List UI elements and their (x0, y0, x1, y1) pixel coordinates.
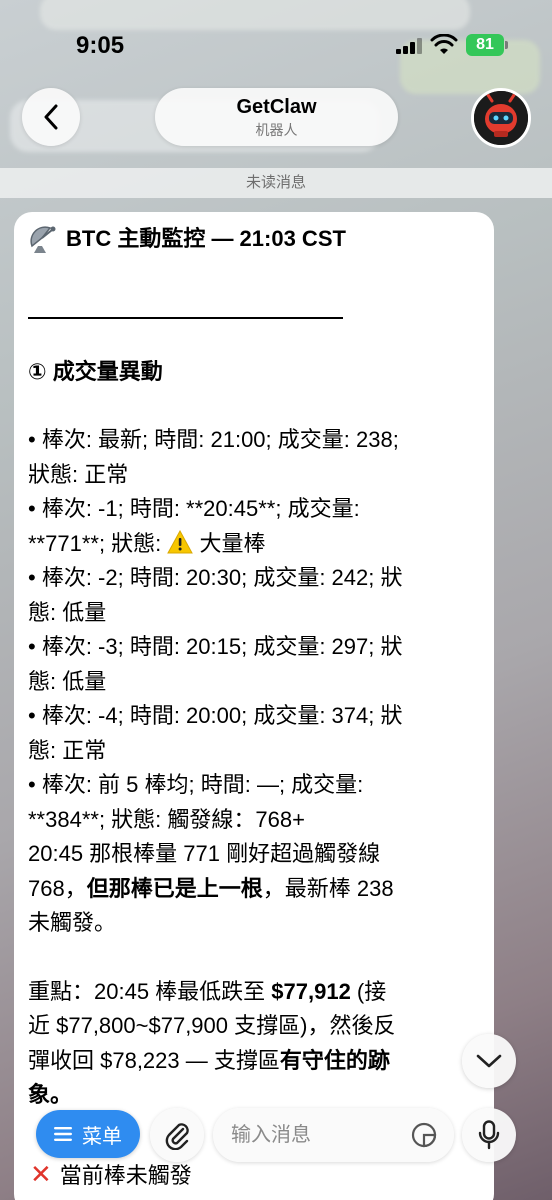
attach-button[interactable] (150, 1108, 204, 1162)
sticker-icon[interactable] (410, 1121, 438, 1149)
message-line: • 棒次: -4; 時間: 20:00; 成交量: 374; 狀 (28, 703, 403, 728)
back-chevron-icon (44, 104, 58, 130)
focus-line: 近 $77,800~$77,900 支撐區)，然後反 (28, 1013, 396, 1038)
message-line: • 棒次: -3; 時間: 20:15; 成交量: 297; 狀 (28, 634, 403, 659)
satellite-antenna-icon (30, 226, 56, 254)
menu-label: 菜单 (82, 1125, 122, 1148)
message-text: 彈收回 $78,223 — 支撐區 (28, 1047, 280, 1073)
message-text: (接 (350, 978, 387, 1004)
message-line: • 棒次: 前 5 棒均; 時間: —; 成交量: (28, 772, 364, 797)
message-text: ，最新棒 238 (262, 875, 394, 901)
wifi-icon (430, 34, 458, 54)
microphone-icon (478, 1120, 500, 1150)
message-line: 狀態: 正常 (28, 461, 129, 487)
message-bold-text: 有守住的跡 (279, 1047, 390, 1073)
message-line: 768，但那棒已是上一根，最新棒 238 (28, 872, 480, 907)
scroll-down-button[interactable] (462, 1034, 516, 1088)
message-line: **771**; 狀態: 大量棒 (28, 527, 480, 562)
microphone-button[interactable] (462, 1108, 516, 1162)
signal-icon (396, 38, 422, 54)
status-time: 9:05 (76, 32, 125, 59)
chat-subtitle: 机器人 (255, 122, 298, 138)
warning-icon (167, 529, 194, 553)
message-line: • 棒次: -2; 時間: 20:30; 成交量: 242; 狀 (28, 565, 403, 590)
next-message-text: 當前棒未觸發 (59, 1163, 192, 1188)
bot-avatar-icon (474, 91, 528, 145)
message-line: 未觸發。 (28, 910, 117, 935)
message-text: 重點：20:45 棒最低跌至 (28, 978, 272, 1004)
message-line: 態: 低量 (28, 668, 107, 694)
cross-mark-icon: ✕ (30, 1159, 52, 1189)
back-button[interactable] (22, 88, 80, 146)
focus-line: 重點：20:45 棒最低跌至 $77,912 (接 (28, 975, 480, 1010)
chat-name: GetClaw (236, 96, 317, 118)
divider (28, 316, 343, 319)
status-bar: 9:05 81 (0, 0, 552, 80)
unread-messages-banner: 未读消息 (0, 168, 552, 198)
paperclip-icon (165, 1123, 189, 1150)
battery-tip (505, 41, 508, 49)
message-bubble: BTC 主動監控 — 21:03 CST ① 成交量異動 • 棒次: 最新; 時… (14, 212, 494, 1200)
message-line: 態: 正常 (28, 737, 107, 763)
price-low: $77,912 (271, 978, 351, 1004)
message-text: 大量棒 (193, 530, 266, 556)
message-line: 態: 低量 (28, 599, 107, 625)
message-bold-text: 象。 (28, 1082, 73, 1107)
menu-button[interactable]: 菜单 (36, 1110, 140, 1158)
chat-title[interactable]: GetClaw 机器人 (155, 88, 398, 146)
message-text: 768， (28, 875, 87, 901)
message-bold-text: 但那棒已是上一根 (86, 875, 263, 901)
next-message-preview: ✕ 當前棒未觸發 (30, 1158, 192, 1190)
message-title-row: BTC 主動監控 — 21:03 CST (28, 222, 480, 257)
battery-icon: 81 (466, 34, 504, 56)
avatar[interactable] (471, 88, 531, 148)
menu-lines-icon (54, 1127, 72, 1141)
message-line: • 棒次: 最新; 時間: 21:00; 成交量: 238; (28, 427, 399, 452)
message-line: 20:45 那根棒量 771 剛好超過觸發線 (28, 841, 381, 866)
message-line: • 棒次: -1; 時間: **20:45**; 成交量: (28, 496, 360, 521)
section-heading: ① 成交量異動 (28, 358, 163, 384)
chevron-down-icon (476, 1054, 502, 1068)
message-text: **771**; 狀態: (28, 530, 168, 556)
message-line: **384**; 狀態: 觸發線：768+ (28, 806, 305, 832)
message-title: BTC 主動監控 — 21:03 CST (66, 226, 346, 251)
focus-line: 彈收回 $78,223 — 支撐區有守住的跡 (28, 1044, 480, 1079)
